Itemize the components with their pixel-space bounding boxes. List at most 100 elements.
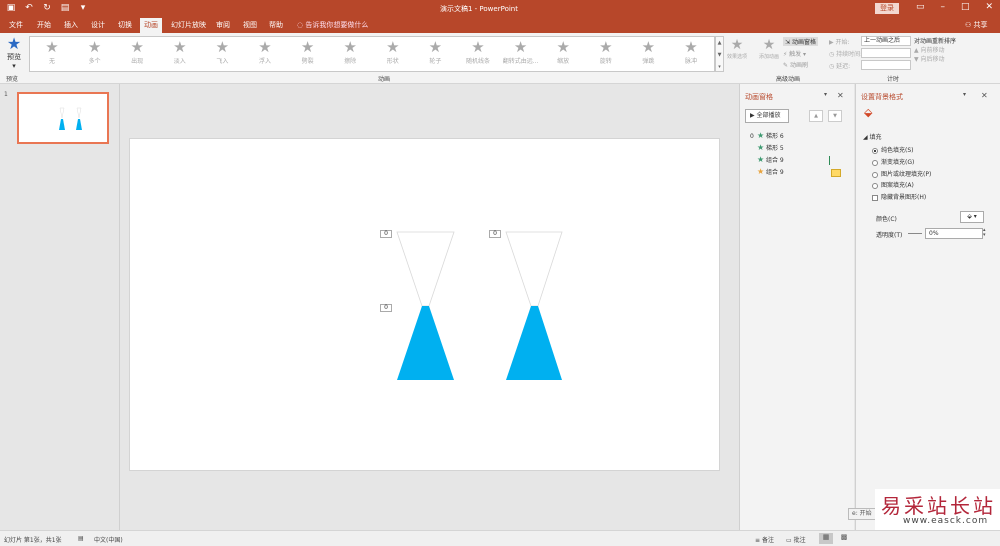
animation-option[interactable]: ★ 旋转 (586, 39, 626, 66)
bg-pane-close-icon[interactable]: ✕ (981, 91, 988, 100)
move-earlier-button[interactable]: ▲ 向前移动 (914, 46, 1000, 55)
tab-design[interactable]: 设计 (91, 20, 105, 30)
maximize-icon[interactable]: □ (961, 2, 970, 12)
close-icon[interactable]: ✕ (986, 2, 994, 12)
spellcheck-icon[interactable]: ▤ (78, 535, 84, 542)
picture-fill-option[interactable]: 图片或纹理填充(P) (872, 170, 931, 180)
gradient-fill-radio[interactable] (872, 159, 878, 166)
tab-animations[interactable]: 动画 (140, 18, 162, 33)
animations-group-label: 动画 (378, 76, 391, 83)
tell-me-search[interactable]: ◌ 告诉我你想要做什么 (297, 20, 368, 30)
animation-pane: 动画窗格 ▾ ✕ ▶ 全部播放 ▲ ▼ 0 ★ 梯形 6 ★ 梯形 5 ★ 组合 9 ★ 组合 … (739, 84, 854, 530)
animation-tag-3[interactable]: 0 (380, 304, 392, 312)
trigger-button[interactable]: ⚡ 触发 ▾ (783, 49, 806, 58)
animation-option[interactable]: ★ 无 (32, 39, 72, 66)
fill-section-header[interactable]: ◢ 填充 (863, 132, 882, 141)
animation-option[interactable]: ★ 浮入 (245, 39, 285, 66)
normal-view-icon[interactable]: ▦ (819, 533, 833, 544)
animation-option[interactable]: ★ 擦除 (330, 39, 370, 66)
hide-background-checkbox[interactable] (872, 194, 878, 201)
animation-list-item[interactable]: ★ 组合 9 (750, 167, 784, 177)
animation-option-label: 形状 (386, 58, 399, 65)
add-animation-button[interactable]: ★ 添加动画 (757, 37, 781, 60)
animation-list-item[interactable]: ★ 梯形 5 (750, 143, 784, 153)
save-icon[interactable]: ▣ (6, 3, 16, 13)
transparency-slider[interactable] (908, 233, 922, 234)
pattern-fill-radio[interactable] (872, 182, 878, 189)
animation-option[interactable]: ★ 随机线条 (458, 39, 498, 66)
notes-button[interactable]: ≡ 备注 (755, 535, 774, 544)
animation-option[interactable]: ★ 弹跳 (628, 39, 668, 66)
hourglass-top-2[interactable] (505, 231, 563, 307)
animation-list-item[interactable]: 0 ★ 梯形 6 (750, 131, 784, 141)
share-button[interactable]: ⚇ 共享 (965, 20, 988, 30)
ribbon-options-icon[interactable]: ▭ (916, 2, 925, 12)
animation-list-item[interactable]: ★ 组合 9 (750, 155, 784, 165)
duration-input[interactable] (861, 48, 911, 58)
add-animation-label: 添加动画 (758, 54, 779, 60)
hourglass-top-1[interactable] (396, 231, 455, 307)
customize-qat-icon[interactable]: ▾ (78, 3, 88, 13)
present-icon[interactable]: ▤ (60, 3, 70, 13)
language-indicator[interactable]: 中文(中国) (94, 535, 123, 544)
animation-option[interactable]: ★ 淡入 (160, 39, 200, 66)
tab-view[interactable]: 视图 (243, 20, 257, 30)
effect-options-button[interactable]: ★ 效果选项 (722, 37, 752, 60)
trapezoid-5[interactable] (506, 306, 562, 380)
slide-shapes (396, 231, 563, 380)
animation-option[interactable]: ★ 缩放 (543, 39, 583, 66)
comments-button[interactable]: ▭ 批注 (786, 535, 806, 544)
paint-bucket-icon[interactable]: ⬙ (864, 106, 872, 119)
animation-pane-button[interactable]: ⇲ 动画窗格 (783, 37, 818, 46)
transparency-spinner[interactable]: ▴ ▾ (983, 228, 986, 238)
hide-background-option[interactable]: 隐藏背景图形(H) (872, 193, 926, 203)
move-down-button[interactable]: ▼ (828, 110, 842, 122)
animation-option[interactable]: ★ 劈裂 (288, 39, 328, 66)
animation-option[interactable]: ★ 脉冲 (671, 39, 711, 66)
preview-button[interactable]: ★ 预览 ▾ (3, 36, 25, 71)
sorter-view-icon[interactable]: ▩ (837, 533, 851, 544)
start-select[interactable]: 上一动画之后 (861, 36, 911, 46)
move-later-button[interactable]: ▼ 向后移动 (914, 55, 1000, 64)
move-up-button[interactable]: ▲ (809, 110, 823, 122)
trapezoid-6[interactable] (397, 306, 454, 380)
pattern-fill-option[interactable]: 图案填充(A) (872, 181, 914, 191)
tab-slideshow[interactable]: 幻灯片放映 (171, 20, 206, 30)
gradient-fill-option[interactable]: 渐变填充(G) (872, 158, 914, 168)
transparency-input[interactable]: 0% (925, 228, 983, 239)
slide-canvas[interactable]: 0 0 0 (129, 138, 720, 471)
animation-option-label: 翻转式由远... (502, 58, 539, 65)
solid-fill-option[interactable]: 纯色填充(S) (872, 146, 914, 156)
undo-icon[interactable]: ↶ (24, 3, 34, 13)
slide-thumbnail[interactable] (17, 92, 109, 144)
play-all-button[interactable]: ▶ 全部播放 (745, 109, 789, 123)
animation-option-label: 缩放 (557, 58, 570, 65)
animation-option[interactable]: ★ 轮子 (415, 39, 455, 66)
tab-home[interactable]: 开始 (37, 20, 51, 30)
animation-tag-2[interactable]: 0 (489, 230, 501, 238)
animation-option[interactable]: ★ 出现 (117, 39, 157, 66)
reorder-title: 对动画重新排序 (914, 38, 957, 45)
tab-transitions[interactable]: 切换 (118, 20, 132, 30)
bg-pane-options-icon[interactable]: ▾ (963, 91, 966, 98)
animation-option[interactable]: ★ 飞入 (202, 39, 242, 66)
pane-options-icon[interactable]: ▾ (824, 91, 827, 98)
animation-tag-1[interactable]: 0 (380, 230, 392, 238)
animation-option[interactable]: ★ 形状 (373, 39, 413, 66)
redo-icon[interactable]: ↻ (42, 3, 52, 13)
picture-fill-radio[interactable] (872, 171, 878, 178)
tab-file[interactable]: 文件 (9, 20, 23, 30)
play-all-label: 全部播放 (756, 112, 781, 119)
animation-painter-button[interactable]: ✎ 动画刷 (783, 60, 808, 69)
delay-input[interactable] (861, 60, 911, 70)
solid-fill-radio[interactable] (872, 147, 878, 154)
animation-option[interactable]: ★ 多个 (75, 39, 115, 66)
tab-review[interactable]: 审阅 (216, 20, 230, 30)
animation-pane-close-icon[interactable]: ✕ (837, 91, 844, 100)
minimize-icon[interactable]: – (941, 2, 946, 12)
tab-insert[interactable]: 插入 (64, 20, 78, 30)
color-picker-button[interactable]: ⬙ ▾ (960, 211, 984, 223)
login-button[interactable]: 登录 (875, 3, 899, 14)
tab-help[interactable]: 帮助 (269, 20, 283, 30)
animation-option[interactable]: ★ 翻转式由远... (501, 39, 541, 66)
